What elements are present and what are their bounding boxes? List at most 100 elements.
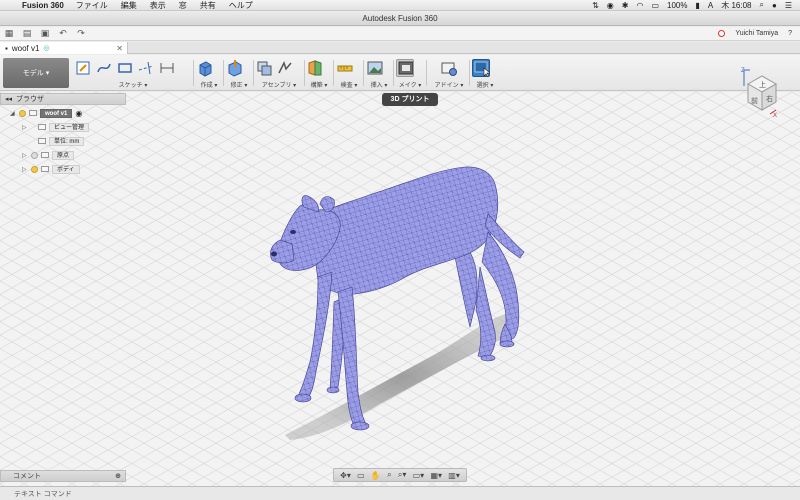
- workspace-switcher[interactable]: モデル ▾: [3, 58, 69, 88]
- document-tab[interactable]: ▪ woof v1 ◎ ✕: [0, 42, 128, 54]
- menu-file[interactable]: ファイル: [76, 0, 108, 11]
- browser-header[interactable]: ◂◂ ブラウザ: [0, 93, 126, 105]
- browser-item-units[interactable]: 単位: mm: [22, 136, 85, 146]
- clock[interactable]: 木 16:08: [721, 0, 751, 11]
- app-grid-icon[interactable]: ▦: [0, 28, 18, 39]
- viewcube-right-label[interactable]: 右: [766, 94, 773, 103]
- view-cube[interactable]: Z 上 前 右 X: [738, 64, 780, 119]
- rectangle-icon[interactable]: [116, 59, 134, 77]
- browser-item-label[interactable]: ビュー管理: [49, 122, 90, 132]
- dimension-icon[interactable]: [158, 59, 176, 77]
- scripts-addins-icon[interactable]: [440, 59, 458, 77]
- menu-help[interactable]: ヘルプ: [229, 0, 253, 11]
- ribbon-toolbar: モデル ▾ スケッチ ▾ 作成 ▾ 修正 ▾ アセンブリ ▾ 構築 ▾ 検査 ▾…: [0, 55, 800, 91]
- fit-icon[interactable]: ⌕▾: [398, 470, 407, 480]
- visibility-bulb-icon[interactable]: [31, 165, 38, 173]
- siri-icon[interactable]: ●: [772, 1, 777, 10]
- trim-icon[interactable]: [137, 59, 155, 77]
- sketch-group-label[interactable]: スケッチ: [119, 83, 143, 89]
- browser-item-label[interactable]: 単位: mm: [49, 136, 85, 146]
- wifi-icon[interactable]: ◠: [636, 1, 643, 10]
- 3d-print-icon[interactable]: [396, 59, 414, 77]
- look-at-icon[interactable]: ▭: [357, 471, 365, 480]
- visibility-bulb-icon[interactable]: [19, 109, 26, 117]
- redo-icon[interactable]: ↷: [72, 28, 90, 39]
- insert-group: 挿入 ▾: [366, 57, 392, 89]
- battery-icon[interactable]: ▮: [696, 1, 700, 10]
- airplay-icon[interactable]: ▭: [651, 1, 659, 10]
- measure-icon[interactable]: [336, 59, 354, 77]
- construct-group-label[interactable]: 構築: [311, 83, 323, 89]
- expand-triangle-icon[interactable]: ▷: [22, 124, 28, 131]
- file-menu-icon[interactable]: ▤: [18, 28, 36, 39]
- menu-edit[interactable]: 編集: [121, 0, 137, 11]
- insert-image-icon[interactable]: [366, 59, 384, 77]
- browser-item-origin[interactable]: ▷ 原点: [22, 150, 75, 160]
- chevron-down-icon: ▾: [43, 70, 50, 77]
- browser-item-label[interactable]: 原点: [52, 150, 75, 160]
- user-account-menu[interactable]: Yuichi Tamiya: [735, 30, 778, 37]
- spline-icon[interactable]: [95, 59, 113, 77]
- browser-item-bodies[interactable]: ▷ ボディ: [22, 164, 80, 174]
- orbit-icon[interactable]: ✥▾: [340, 471, 351, 480]
- menu-window[interactable]: 窓: [179, 0, 187, 11]
- comments-panel[interactable]: コメント ⊕: [0, 470, 126, 482]
- expand-triangle-icon[interactable]: ◢: [10, 110, 16, 117]
- svg-text:Z: Z: [741, 68, 745, 74]
- workspace-label: モデル: [22, 70, 44, 77]
- spotlight-icon[interactable]: ⌕: [760, 0, 764, 10]
- offset-plane-icon[interactable]: [306, 59, 324, 77]
- app-menu[interactable]: Fusion 360: [22, 1, 64, 10]
- visibility-bulb-icon[interactable]: [31, 151, 38, 159]
- sync-icon[interactable]: ⇅: [592, 1, 599, 10]
- text-command-label: テキスト コマンド: [14, 490, 72, 498]
- help-icon[interactable]: ?: [788, 30, 792, 37]
- expand-triangle-icon[interactable]: ▷: [22, 152, 28, 159]
- activate-radio-icon[interactable]: ◉: [75, 109, 82, 118]
- add-comment-icon[interactable]: ⊕: [115, 472, 121, 480]
- extrude-box-icon[interactable]: [196, 59, 214, 77]
- collapse-panel-icon[interactable]: ◂◂: [5, 95, 12, 103]
- viewcube-front-label[interactable]: 前: [751, 96, 758, 105]
- insert-group-label[interactable]: 挿入: [371, 83, 383, 89]
- bluetooth-icon[interactable]: ✱: [622, 1, 629, 10]
- assemble-group-label[interactable]: アセンブリ: [262, 83, 292, 89]
- record-status-icon[interactable]: ◉: [607, 1, 614, 10]
- save-icon[interactable]: ▣: [36, 28, 54, 39]
- viewcube-top-label[interactable]: 上: [759, 80, 766, 89]
- comments-label: コメント: [13, 473, 41, 480]
- create-group-label[interactable]: 作成: [201, 83, 213, 89]
- modify-group-label[interactable]: 修正: [231, 83, 243, 89]
- inspect-group: 検査 ▾: [336, 57, 362, 89]
- joint-icon[interactable]: [276, 59, 294, 77]
- job-status-icon[interactable]: [718, 30, 726, 37]
- zoom-icon[interactable]: ⌕: [387, 470, 391, 480]
- addins-group-label[interactable]: アドイン: [435, 83, 459, 89]
- root-component-label[interactable]: woof v1: [40, 108, 73, 118]
- select-group-label[interactable]: 選択: [477, 83, 489, 89]
- input-source[interactable]: A: [708, 1, 713, 10]
- expand-triangle-icon[interactable]: ▷: [22, 166, 28, 173]
- menu-view[interactable]: 表示: [150, 0, 166, 11]
- select-arrow-icon[interactable]: [472, 59, 490, 77]
- new-component-icon[interactable]: [255, 59, 273, 77]
- notification-center-icon[interactable]: ☰: [785, 1, 792, 10]
- make-group-label[interactable]: メイク: [399, 83, 417, 89]
- display-settings-icon[interactable]: ▭▾: [413, 471, 425, 480]
- undo-icon[interactable]: ↶: [54, 28, 72, 39]
- grid-snaps-icon[interactable]: ▦▾: [430, 471, 442, 480]
- viewports-icon[interactable]: ▥▾: [448, 471, 460, 480]
- menu-share[interactable]: 共有: [200, 0, 216, 11]
- pan-hand-icon[interactable]: ✋: [371, 471, 381, 480]
- press-pull-icon[interactable]: [226, 59, 244, 77]
- close-tab-icon[interactable]: ✕: [116, 44, 123, 53]
- tooltip-3d-print: 3D プリント: [382, 93, 438, 106]
- dog-eye: [290, 230, 296, 234]
- browser-item-named-views[interactable]: ▷ ビュー管理: [22, 122, 90, 132]
- text-command-bar[interactable]: テキスト コマンド: [0, 486, 800, 500]
- browser-root-node[interactable]: ◢ woof v1 ◉: [10, 108, 82, 118]
- modify-group: 修正 ▾: [226, 57, 252, 89]
- create-sketch-icon[interactable]: [74, 59, 92, 77]
- inspect-group-label[interactable]: 検査: [341, 83, 353, 89]
- browser-item-label[interactable]: ボディ: [52, 164, 80, 174]
